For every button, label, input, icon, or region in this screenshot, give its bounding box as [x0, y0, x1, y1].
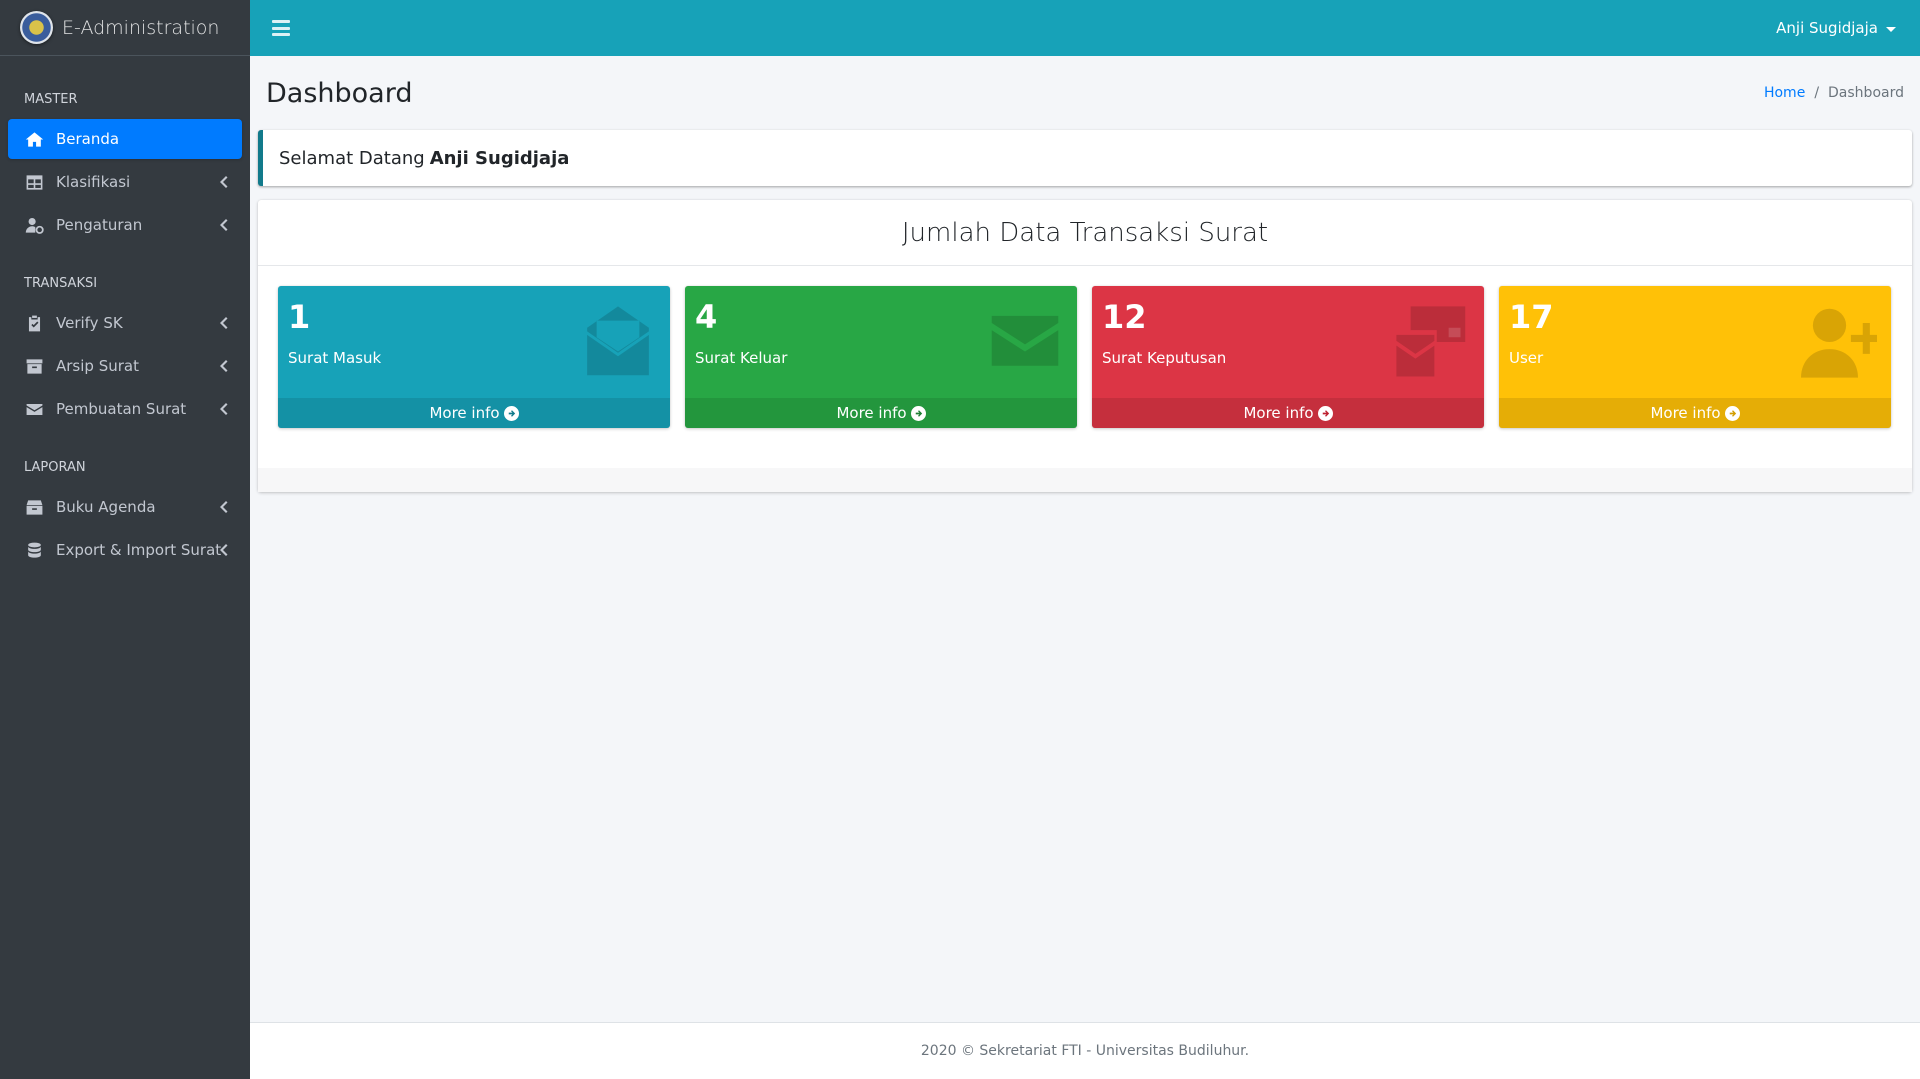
more-info-label: More info [1650, 404, 1721, 422]
database-icon [24, 541, 44, 559]
footer-text: 2020 © Sekretariat FTI - Universitas Bud… [920, 1043, 1250, 1059]
sidebar-item-beranda[interactable]: Beranda [8, 119, 242, 159]
sidebar-item-pengaturan[interactable]: Pengaturan [8, 205, 242, 245]
page-title: Dashboard [266, 77, 413, 109]
sidebar-item-label: Klasifikasi [56, 173, 131, 191]
nav-header-master: MASTER [24, 92, 78, 107]
welcome-callout: Selamat Datang Anji Sugidjaja [258, 130, 1912, 186]
more-info-link[interactable]: More info [685, 398, 1077, 428]
chevron-left-icon [218, 500, 228, 514]
home-icon [24, 130, 44, 148]
breadcrumb-separator: / [1814, 85, 1820, 101]
stats-card-title: Jumlah Data Transaksi Surat [258, 200, 1912, 266]
sidebar-item-arsip-surat[interactable]: Arsip Surat [8, 346, 242, 386]
sidebar-item-label: Arsip Surat [56, 357, 139, 375]
sidebar-item-label: Pembuatan Surat [56, 400, 187, 418]
box-icon [24, 498, 44, 516]
content-wrapper: Dashboard Home / Dashboard Selamat Datan… [250, 56, 1920, 1022]
breadcrumb: Home / Dashboard [1764, 85, 1904, 101]
stats-card: Jumlah Data Transaksi Surat 1 Surat Masu… [258, 200, 1912, 492]
chevron-left-icon [218, 359, 228, 373]
sidebar: E-Administration MASTER Beranda Klasifik… [0, 0, 250, 1079]
sidebar-item-label: Export & Import Surat [56, 541, 222, 559]
arrow-circle-right-icon [1317, 405, 1333, 421]
stats-card-footer [258, 468, 1912, 492]
chevron-left-icon [218, 218, 228, 232]
chevron-left-icon [218, 316, 228, 330]
more-info-link[interactable]: More info [1092, 398, 1484, 428]
user-cog-icon [24, 216, 44, 234]
breadcrumb-home-link[interactable]: Home [1764, 85, 1805, 101]
more-info-label: More info [836, 404, 907, 422]
stat-box-user: 17 User More info [1499, 286, 1891, 428]
envelope-icon [987, 304, 1063, 380]
page-footer: 2020 © Sekretariat FTI - Universitas Bud… [250, 1022, 1920, 1079]
sidebar-item-klasifikasi[interactable]: Klasifikasi [8, 162, 242, 202]
brand-link[interactable]: E-Administration [0, 0, 250, 56]
sidebar-item-export-import-surat[interactable]: Export & Import Surat [8, 530, 242, 570]
content-header: Dashboard Home / Dashboard [250, 56, 1920, 130]
sidebar-item-label: Pengaturan [56, 216, 143, 234]
sidebar-item-verify-sk[interactable]: Verify SK [8, 303, 242, 343]
table-icon [24, 173, 44, 191]
user-name: Anji Sugidjaja [1776, 19, 1878, 37]
chevron-left-icon [218, 175, 228, 189]
more-info-link[interactable]: More info [1499, 398, 1891, 428]
arrow-circle-right-icon [1724, 405, 1740, 421]
more-info-label: More info [1243, 404, 1314, 422]
stat-box-surat-keputusan: 12 Surat Keputusan More info [1092, 286, 1484, 428]
stat-box-surat-keluar: 4 Surat Keluar More info [685, 286, 1077, 428]
more-info-link[interactable]: More info [278, 398, 670, 428]
clipboard-check-icon [24, 314, 44, 332]
sidebar-item-pembuatan-surat[interactable]: Pembuatan Surat [8, 389, 242, 429]
sidebar-item-label: Beranda [56, 130, 120, 148]
chevron-left-icon [218, 402, 228, 416]
welcome-prefix: Selamat Datang [279, 147, 425, 169]
envelope-icon [24, 400, 44, 418]
user-dropdown[interactable]: Anji Sugidjaja [1776, 19, 1896, 37]
user-plus-icon [1801, 304, 1877, 380]
nav-header-laporan: LAPORAN [24, 460, 86, 475]
archive-icon [24, 357, 44, 375]
sidebar-item-buku-agenda[interactable]: Buku Agenda [8, 487, 242, 527]
stat-box-surat-masuk: 1 Surat Masuk More info [278, 286, 670, 428]
top-navbar: Anji Sugidjaja [250, 0, 1920, 56]
chevron-left-icon [218, 543, 228, 557]
sidebar-item-label: Verify SK [56, 314, 123, 332]
envelope-open-text-icon [580, 304, 656, 380]
sidebar-item-label: Buku Agenda [56, 498, 156, 516]
stats-card-body: 1 Surat Masuk More info 4 Surat Keluar M… [258, 266, 1912, 428]
university-logo-icon [20, 11, 53, 44]
welcome-user-name: Anji Sugidjaja [429, 147, 570, 169]
caret-down-icon [1886, 26, 1896, 32]
mail-bulk-icon [1394, 304, 1470, 380]
more-info-label: More info [429, 404, 500, 422]
brand-name: E-Administration [62, 16, 220, 39]
arrow-circle-right-icon [910, 405, 926, 421]
breadcrumb-current: Dashboard [1828, 85, 1904, 101]
nav-header-transaksi: TRANSAKSI [24, 276, 98, 291]
arrow-circle-right-icon [503, 405, 519, 421]
menu-toggle-icon[interactable] [272, 20, 290, 36]
sidebar-nav: MASTER Beranda Klasifikasi Pengaturan TR… [0, 56, 250, 583]
